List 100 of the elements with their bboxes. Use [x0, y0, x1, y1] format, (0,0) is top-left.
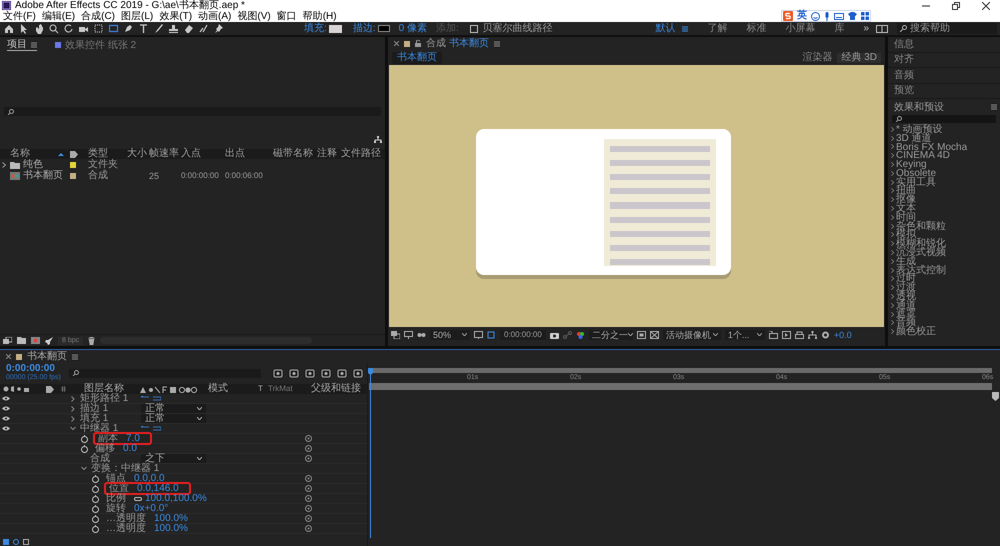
panel-layout-icon[interactable]	[876, 24, 888, 32]
effect-category[interactable]: 表达式控制	[896, 266, 946, 275]
column-header[interactable]: 模式	[208, 384, 258, 394]
menu-item[interactable]: 合成(C)	[81, 11, 116, 22]
column-header[interactable]: 名称	[10, 149, 58, 159]
path-direction-icon[interactable]	[141, 426, 161, 431]
effect-category[interactable]: 过渡	[896, 283, 916, 292]
menu-icon[interactable]	[31, 42, 37, 48]
label-color-swatch[interactable]	[70, 173, 76, 179]
path-direction-icon[interactable]	[141, 396, 161, 401]
shy-layers-icon[interactable]	[304, 368, 315, 378]
lock-icon[interactable]	[415, 40, 421, 47]
trash-icon[interactable]	[88, 336, 96, 344]
effect-category[interactable]: 透视	[896, 292, 916, 302]
property-name[interactable]: …透明度	[106, 514, 146, 523]
panel-tab[interactable]: 效果控件 纸张 2	[65, 40, 136, 50]
property-name[interactable]: 变换：中继器 1	[91, 464, 160, 473]
folder-icon[interactable]	[17, 337, 26, 344]
property-name[interactable]: 中继器 1	[80, 424, 118, 433]
effect-category[interactable]: 模拟	[896, 230, 916, 240]
effect-category[interactable]: 音频	[896, 318, 916, 328]
effect-category[interactable]: 杂色和颗粒	[896, 222, 946, 231]
layer-search-field[interactable]	[68, 368, 261, 378]
workspace-tab[interactable]: 了解	[707, 24, 728, 34]
stopwatch-icon[interactable]	[81, 434, 88, 442]
column-header[interactable]: 父级和链接	[311, 384, 361, 394]
property-value[interactable]: 0x+0.0°	[134, 504, 168, 513]
property-value[interactable]: 100.0,100.0%	[145, 494, 207, 503]
eye-icon[interactable]	[2, 396, 10, 401]
menu-item[interactable]: 效果(T)	[159, 11, 192, 22]
exposure-value[interactable]: +0.0	[834, 330, 852, 340]
column-header[interactable]: 类型	[88, 149, 127, 159]
effect-category[interactable]: 生成	[896, 256, 916, 266]
effect-category[interactable]: 颜色校正	[896, 327, 936, 336]
effect-category[interactable]: 3D 通道	[896, 134, 932, 143]
input-mode-label[interactable]: 英	[797, 11, 807, 21]
stopwatch-icon[interactable]	[92, 494, 99, 502]
mode-dropdown[interactable]: 之下	[141, 454, 206, 463]
stopwatch-icon[interactable]	[92, 474, 99, 482]
effect-category[interactable]: Boris FX Mocha	[896, 142, 968, 152]
item-name[interactable]: 纯色	[23, 160, 43, 170]
property-value[interactable]: 0.0,0.0	[134, 474, 165, 483]
menu-item[interactable]: 动画(A)	[198, 11, 232, 22]
menu-icon[interactable]	[494, 40, 500, 46]
menu-icon[interactable]	[72, 354, 78, 360]
snapshot-icon[interactable]	[550, 330, 559, 338]
graph-editor-icon[interactable]	[352, 368, 363, 378]
stopwatch-icon[interactable]	[92, 524, 99, 532]
effect-category[interactable]: 时间	[896, 212, 916, 222]
arrow-cursor-icon[interactable]	[19, 24, 29, 34]
brush-icon[interactable]	[154, 24, 164, 34]
draft-3d-icon[interactable]	[288, 368, 299, 378]
panel-header[interactable]: 音频	[894, 70, 914, 81]
stopwatch-icon[interactable]	[81, 444, 88, 452]
effect-category[interactable]: 沉浸式视频	[896, 248, 946, 258]
property-value[interactable]: 100.0%	[154, 514, 188, 523]
expand-panes-icon[interactable]	[13, 539, 19, 545]
microphone-icon[interactable]	[824, 12, 830, 20]
mode-dropdown[interactable]: 正常	[141, 414, 206, 423]
column-header[interactable]: 入点	[181, 149, 225, 159]
monitor-icon[interactable]	[404, 330, 413, 338]
stopwatch-icon[interactable]	[92, 504, 99, 512]
item-name[interactable]: 书本翻页	[23, 171, 63, 181]
menu-icon[interactable]	[991, 104, 997, 110]
column-header[interactable]: 大小	[127, 149, 149, 159]
column-header[interactable]: 注释	[317, 149, 341, 159]
workspace-tab[interactable]: 小屏幕	[785, 24, 816, 34]
effect-category[interactable]: Obsolete	[896, 168, 936, 178]
constrain-link-icon[interactable]	[134, 496, 142, 500]
panel-header[interactable]: 对齐	[894, 54, 914, 66]
project-search-field[interactable]	[4, 107, 381, 116]
close-icon[interactable]	[982, 2, 990, 10]
composition-tab[interactable]: 书本翻页	[449, 38, 489, 49]
label-tag-icon[interactable]	[46, 386, 54, 392]
flowchart-icon[interactable]	[808, 330, 817, 338]
zoom-dropdown[interactable]: 50%	[430, 330, 470, 340]
label-color-swatch[interactable]	[70, 162, 76, 168]
property-name[interactable]: 比例	[106, 494, 126, 503]
property-name[interactable]: 填充 1	[80, 414, 108, 423]
property-name[interactable]: 旋转	[106, 504, 126, 513]
more-workspaces-button[interactable]: »	[863, 24, 869, 34]
text-tool-icon[interactable]	[139, 24, 149, 34]
help-search-field[interactable]: 搜索帮助	[897, 23, 997, 34]
property-value[interactable]: 7.0	[126, 434, 140, 443]
views-dropdown[interactable]: 1个...	[724, 330, 765, 340]
effect-category[interactable]: 实用工具	[896, 178, 936, 187]
menu-icon[interactable]	[682, 26, 688, 32]
property-name[interactable]: 描边 1	[80, 404, 108, 413]
workspace-tab[interactable]: 默认	[655, 24, 676, 34]
layers-icon[interactable]	[391, 330, 400, 338]
workspace-tab[interactable]: 库	[834, 24, 844, 34]
stroke-swatch[interactable]	[378, 25, 390, 32]
stopwatch-icon[interactable]	[92, 514, 99, 522]
stamp-icon[interactable]	[169, 24, 179, 34]
menu-item[interactable]: 编辑(E)	[42, 11, 76, 22]
region-icon[interactable]	[636, 330, 646, 338]
transparency-grid-icon[interactable]	[650, 330, 659, 338]
panel-header[interactable]: 效果和预设	[894, 102, 944, 112]
rectangle-tool-icon[interactable]	[109, 24, 119, 34]
menu-item[interactable]: 帮助(H)	[302, 11, 337, 22]
